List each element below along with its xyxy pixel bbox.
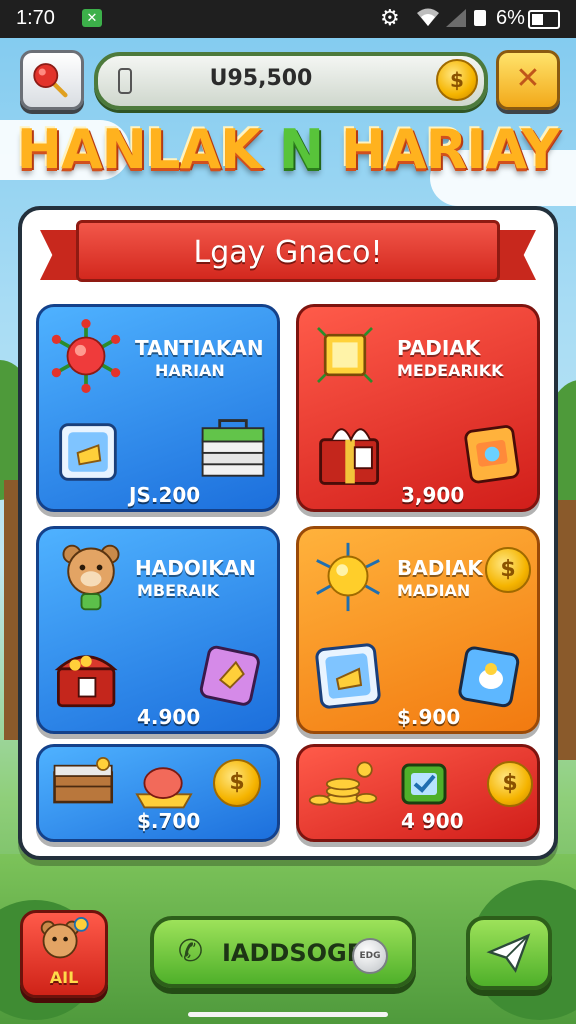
coin-pile-icon	[308, 761, 378, 806]
title-part-2: N	[278, 118, 324, 181]
phone-card-icon	[464, 425, 520, 484]
blue-tag-icon	[458, 646, 520, 708]
meat-plate-icon	[135, 767, 193, 809]
shop-card-1[interactable]: TANTIAKAN HARIAN JS.200	[36, 304, 280, 512]
app-notification-icon: ✕	[82, 9, 102, 27]
banner-label: Lgay Gnaco!	[193, 235, 383, 270]
wifi-icon	[417, 8, 439, 26]
paper-plane-icon	[486, 933, 531, 973]
sun-orb-icon	[316, 542, 380, 612]
balance-bar[interactable]: U95,500 $	[94, 52, 488, 110]
game-screen: 1:70 ✕ ⚙ 6% U95,500 $ ✕ HANLAK N HARIAY	[0, 0, 576, 1024]
stacked-cards-icon	[201, 419, 265, 477]
virus-icon	[51, 319, 121, 393]
shop-card-5[interactable]: $ $.700	[36, 744, 280, 842]
shop-card-3[interactable]: HADOIKAN MBERAIK 4.900	[36, 526, 280, 734]
card-4-subtitle: MADIAN	[397, 581, 471, 600]
shop-card-6[interactable]: $ 4 900	[296, 744, 540, 842]
sim-icon	[474, 10, 486, 26]
gear-icon: ⚙	[380, 5, 400, 30]
ribbon-body: Lgay Gnaco!	[76, 220, 500, 282]
ticket-card-icon	[315, 643, 381, 709]
close-button[interactable]: ✕	[496, 50, 560, 110]
coin-icon: $	[485, 547, 531, 593]
card-2-price: 3,900	[401, 483, 465, 507]
mascot-button-label: AIL	[49, 968, 79, 987]
card-4-price: $.900	[397, 705, 461, 729]
page-title: HANLAK N HARIAY	[0, 118, 576, 181]
checkbox-icon	[401, 763, 447, 805]
battery-icon	[528, 10, 560, 29]
coin-stack-icon: $	[213, 759, 261, 807]
primary-action-label: IADDSOGR	[222, 939, 366, 967]
card-1-title: TANTIAKAN	[135, 336, 264, 360]
lollipop-menu-button[interactable]	[20, 50, 84, 110]
phone-icon: ✆	[178, 934, 204, 969]
mascot-button[interactable]: AIL	[20, 910, 108, 998]
treasure-chest-icon	[54, 655, 118, 708]
gift-box-icon	[319, 428, 380, 485]
bear-mascot-icon	[62, 544, 120, 611]
send-button[interactable]	[466, 916, 552, 990]
bear-avatar-icon	[40, 917, 89, 959]
badge-icon: EDG	[352, 938, 388, 974]
card-1-subtitle: HARIAN	[155, 361, 225, 380]
home-indicator[interactable]	[188, 1012, 388, 1017]
crate-icon	[53, 757, 114, 804]
ticket-card-icon	[59, 423, 117, 481]
card-2-subtitle: MEDEARIKK	[397, 361, 504, 380]
tree-trunk-decoration	[558, 500, 576, 760]
card-2-title: PADIAK	[397, 336, 481, 360]
status-bar: 1:70 ✕ ⚙ 6%	[0, 0, 576, 38]
status-time: 1:70	[16, 7, 55, 29]
close-icon: ✕	[515, 61, 541, 96]
shop-banner: Lgay Gnaco!	[40, 220, 536, 286]
card-3-title: HADOIKAN	[135, 556, 256, 580]
coin-icon: $	[436, 59, 478, 101]
coin-icon: $	[487, 761, 533, 807]
card-3-subtitle: MBERAIK	[137, 581, 220, 600]
shop-card-2[interactable]: PADIAK MEDEARIKK 3,900	[296, 304, 540, 512]
lollipop-icon	[33, 63, 68, 98]
card-1-price: JS.200	[129, 483, 201, 507]
primary-action-button[interactable]: ✆ IADDSOGR EDG	[150, 916, 416, 988]
battery-percent: 6%	[496, 7, 525, 29]
shop-card-4[interactable]: BADIAK MADIAN $ $.900	[296, 526, 540, 734]
title-part-3: HARIAY	[323, 118, 560, 181]
card-6-price: 4 900	[401, 809, 464, 833]
card-5-price: $.700	[137, 809, 201, 833]
card-3-price: 4.900	[137, 705, 201, 729]
signal-icon	[446, 9, 466, 27]
golden-frame-icon	[317, 327, 373, 383]
title-part-1: HANLAK	[16, 118, 279, 181]
balance-amount: U95,500	[209, 66, 313, 91]
card-4-title: BADIAK	[397, 556, 483, 580]
purple-tag-icon	[199, 645, 260, 706]
